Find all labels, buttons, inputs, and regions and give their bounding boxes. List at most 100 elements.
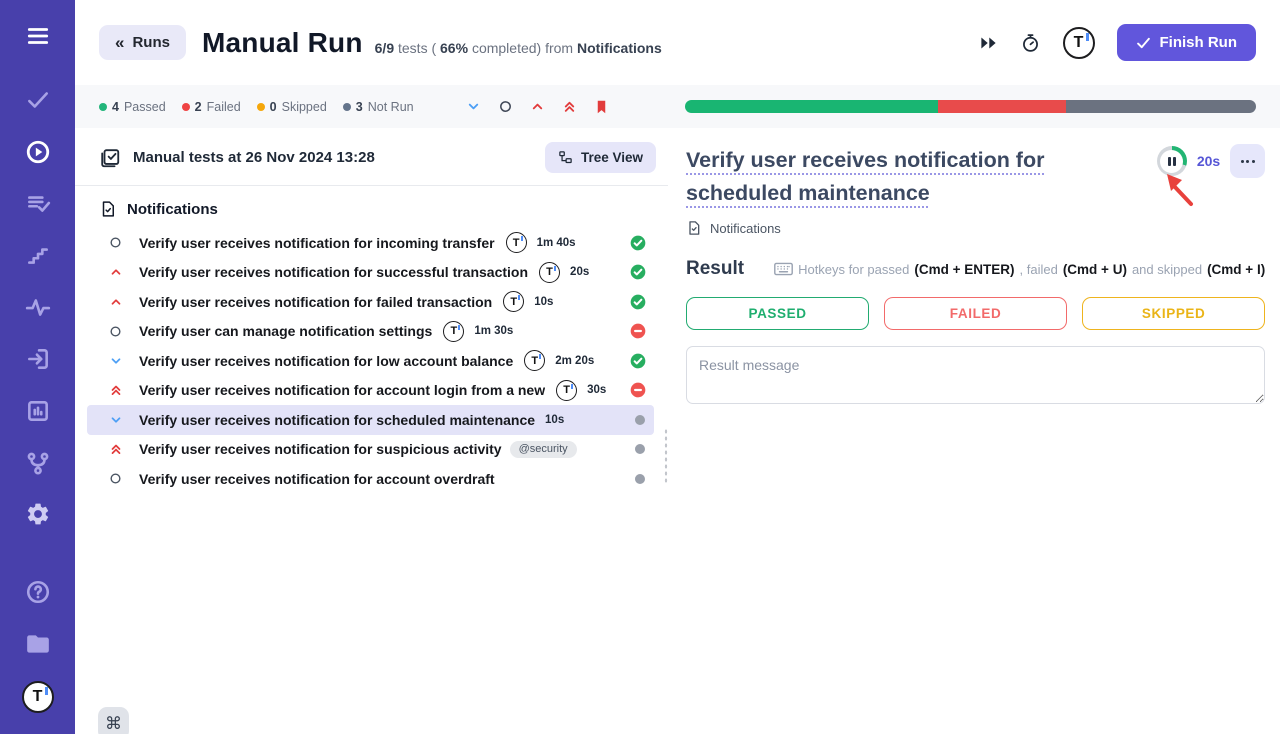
test-title: Verify user receives notification for su… (139, 441, 502, 457)
fast-forward-icon[interactable] (979, 35, 998, 51)
failed-button[interactable]: FAILED (884, 297, 1067, 330)
keyboard-icon (774, 262, 793, 276)
test-row[interactable]: Verify user receives notification for ac… (87, 464, 654, 494)
progress-passed (685, 100, 939, 113)
suite-header[interactable]: Notifications (75, 192, 668, 226)
test-row[interactable]: Verify user can manage notification sett… (87, 317, 654, 347)
tree-view-label: Tree View (581, 150, 643, 165)
test-row[interactable]: Verify user receives notification for in… (87, 228, 654, 258)
test-duration: 1m 30s (474, 325, 513, 337)
pause-timer-button[interactable] (1157, 146, 1187, 176)
test-row[interactable]: Verify user receives notification for sc… (87, 405, 654, 435)
result-passed-icon (630, 235, 646, 251)
result-heading: Result (686, 258, 744, 280)
app-logo: T (23, 682, 53, 712)
finish-run-button[interactable]: Finish Run (1117, 24, 1257, 61)
folder-icon[interactable] (23, 630, 53, 658)
test-title: Verify user can manage notification sett… (139, 323, 432, 339)
steps-icon[interactable] (23, 241, 53, 269)
test-row[interactable]: Verify user receives notification for su… (87, 258, 654, 288)
filter-priority-low-icon[interactable] (466, 99, 481, 114)
results-legend: 4Passed 2Failed 0Skipped 3Not Run (99, 100, 414, 114)
priority-normal-icon (108, 472, 123, 485)
keyboard-shortcuts-button[interactable]: ⌘ (98, 707, 129, 734)
finish-run-label: Finish Run (1160, 34, 1238, 51)
runs-play-icon[interactable] (23, 138, 53, 166)
passed-button[interactable]: PASSED (686, 297, 869, 330)
test-row[interactable]: Verify user receives notification for su… (87, 435, 654, 465)
result-failed-icon (630, 382, 646, 398)
test-row[interactable]: Verify user receives notification for ac… (87, 376, 654, 406)
test-duration: 10s (545, 414, 564, 426)
progress-notrun (1066, 100, 1256, 113)
legend-skipped: 0Skipped (257, 100, 327, 114)
annotation-arrow-icon (1159, 171, 1195, 207)
test-row[interactable]: Verify user receives notification for fa… (87, 287, 654, 317)
pulse-activity-icon[interactable] (23, 293, 53, 321)
test-duration: 30s (587, 384, 606, 396)
help-icon[interactable] (23, 578, 53, 606)
test-title: Verify user receives notification for ac… (139, 471, 495, 487)
automated-badge-icon: T (506, 232, 527, 253)
more-options-button[interactable] (1230, 144, 1265, 178)
settings-gear-icon[interactable] (23, 500, 53, 528)
priority-normal-icon (108, 236, 123, 249)
test-title: Verify user receives notification for su… (139, 264, 528, 280)
detail-breadcrumb[interactable]: Notifications (686, 220, 1265, 236)
priority-filters (466, 99, 609, 115)
test-tag: @security (510, 441, 577, 458)
result-notrun-icon (634, 414, 646, 426)
timer-value: 20s (1197, 153, 1220, 169)
tree-view-button[interactable]: Tree View (545, 142, 656, 173)
skipped-button[interactable]: SKIPPED (1082, 297, 1265, 330)
legend-notrun: 3Not Run (343, 100, 414, 114)
result-notrun-icon (634, 443, 646, 455)
test-plans-icon[interactable] (23, 189, 53, 217)
test-title: Verify user receives notification for lo… (139, 353, 513, 369)
import-signin-icon[interactable] (23, 345, 53, 373)
pause-icon (1160, 150, 1183, 173)
test-title: Verify user receives notification for in… (139, 235, 495, 251)
suite-doc-icon (99, 200, 117, 218)
tree-icon (558, 150, 573, 165)
filter-bookmark-icon[interactable] (594, 99, 609, 115)
branch-icon[interactable] (23, 449, 53, 477)
hamburger-menu-icon[interactable] (23, 22, 53, 50)
passed-dot-icon (99, 103, 107, 111)
run-progress-bar (685, 100, 1256, 113)
project-logo-icon: T (1063, 27, 1095, 59)
result-passed-icon (630, 294, 646, 310)
back-chevrons-icon: « (115, 34, 124, 51)
tests-fraction: 6/9 (375, 40, 394, 56)
priority-low-icon (108, 354, 123, 368)
run-header: « Runs Manual Run 6/9 tests ( 66% comple… (75, 0, 1280, 85)
back-label: Runs (132, 34, 170, 51)
priority-low-icon (108, 413, 123, 427)
test-list: Verify user receives notification for in… (75, 226, 668, 494)
test-duration: 10s (534, 296, 553, 308)
hotkeys-hint: Hotkeys for passed (Cmd + ENTER) , faile… (774, 262, 1265, 277)
test-detail-title[interactable]: Verify user receives notification for sc… (686, 144, 1058, 210)
back-to-runs-button[interactable]: « Runs (99, 25, 186, 60)
priority-highest-icon (108, 442, 123, 456)
automated-badge-icon: T (503, 291, 524, 312)
breadcrumb-label: Notifications (710, 221, 781, 236)
priority-high-icon (108, 265, 123, 279)
result-notrun-icon (634, 473, 646, 485)
run-progress-summary: 6/9 tests ( 66% completed) from Notifica… (375, 40, 662, 56)
test-row[interactable]: Verify user receives notification for lo… (87, 346, 654, 376)
result-message-input[interactable] (686, 346, 1265, 404)
skipped-dot-icon (257, 103, 265, 111)
filter-priority-highest-icon[interactable] (562, 99, 577, 114)
notrun-dot-icon (343, 103, 351, 111)
automated-badge-icon: T (524, 350, 545, 371)
analytics-icon[interactable] (23, 397, 53, 425)
app-root: T « Runs Manual Run 6/9 tests ( 66% comp… (0, 0, 1280, 734)
test-title: Verify user receives notification for ac… (139, 382, 545, 398)
stopwatch-icon[interactable] (1020, 32, 1041, 54)
tests-check-icon[interactable] (23, 86, 53, 114)
filter-priority-normal-icon[interactable] (498, 99, 513, 114)
filter-priority-high-icon[interactable] (530, 99, 545, 114)
failed-dot-icon (182, 103, 190, 111)
suite-name: Notifications (127, 201, 218, 218)
